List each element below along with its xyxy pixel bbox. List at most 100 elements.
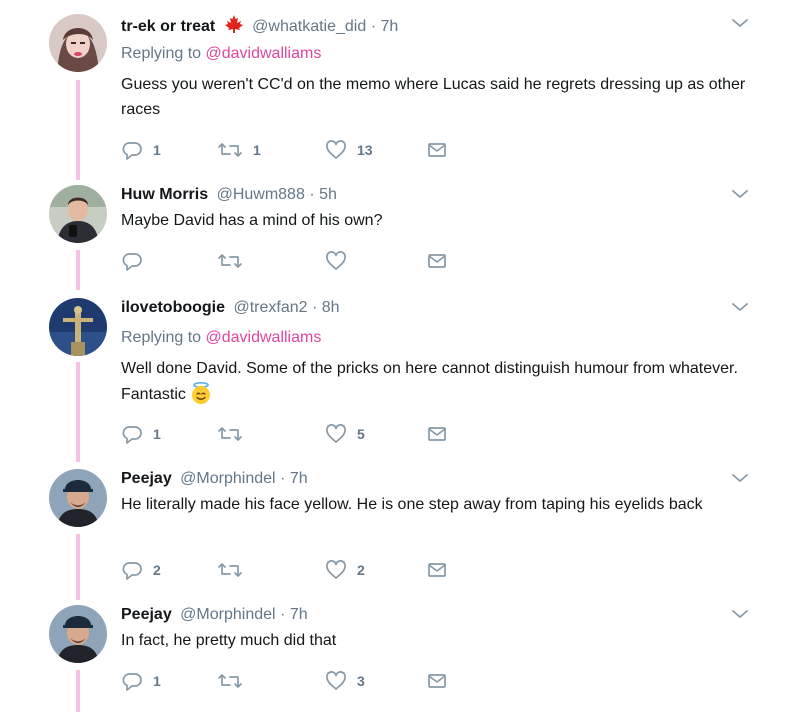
tweet[interactable]: Peejay @Morphindel · 7h He literally mad… [0, 469, 800, 589]
user-handle[interactable]: @trexfan2 [233, 299, 307, 316]
direct-message-button[interactable] [426, 558, 448, 582]
envelope-icon [428, 674, 446, 688]
tweet[interactable]: Peejay @Morphindel · 7h In fact, he pret… [0, 605, 800, 705]
like-button[interactable]: 13 [325, 138, 373, 162]
tweet-actions: 1 5 [121, 422, 521, 446]
reply-icon [122, 426, 142, 444]
reply-button[interactable]: 1 [121, 422, 161, 446]
tweet-header: tr-ek or treat @whatkatie_did · 7h [121, 14, 398, 40]
envelope-icon [428, 427, 446, 441]
timestamp[interactable]: 7h [290, 606, 308, 623]
reply-count: 2 [153, 562, 161, 578]
like-button[interactable]: 3 [325, 669, 365, 693]
envelope-icon [428, 563, 446, 577]
reply-button[interactable]: 1 [121, 669, 161, 693]
like-count: 3 [357, 673, 365, 689]
tweet-actions: 2 2 [121, 558, 521, 582]
tweet-text: Maybe David has a mind of his own? [121, 212, 383, 229]
display-name[interactable]: Huw Morris [121, 186, 208, 203]
avatar[interactable] [49, 605, 107, 663]
user-handle[interactable]: @Huwm888 [217, 186, 305, 203]
user-handle[interactable]: @Morphindel [180, 606, 275, 623]
chevron-down-icon[interactable] [731, 607, 749, 621]
avatar[interactable] [49, 298, 107, 356]
tweet-text: He literally made his face yellow. He is… [121, 496, 703, 513]
timestamp[interactable]: 5h [319, 186, 337, 203]
tweet[interactable]: ilovetoboogie @trexfan2 · 8h Replying to… [0, 298, 800, 458]
direct-message-button[interactable] [426, 138, 448, 162]
like-count: 5 [357, 426, 365, 442]
retweet-icon [218, 427, 242, 441]
like-button[interactable] [325, 249, 357, 273]
display-name[interactable]: tr-ek or treat [121, 18, 215, 35]
timestamp[interactable]: 7h [380, 18, 398, 35]
retweet-icon [218, 254, 242, 268]
retweet-button[interactable] [217, 669, 253, 693]
reply-button[interactable] [121, 249, 153, 273]
like-button[interactable]: 2 [325, 558, 365, 582]
tweet-actions [121, 249, 521, 273]
direct-message-button[interactable] [426, 422, 448, 446]
mention-link[interactable]: @davidwalliams [206, 329, 322, 346]
reply-icon [122, 562, 142, 580]
heart-icon [326, 560, 346, 579]
tweet-header: Peejay @Morphindel · 7h [121, 469, 308, 489]
retweet-icon [218, 563, 242, 577]
separator: · [280, 470, 286, 487]
reply-button[interactable]: 2 [121, 558, 161, 582]
direct-message-button[interactable] [426, 249, 448, 273]
tweet[interactable]: tr-ek or treat @whatkatie_did · 7h Reply… [0, 14, 800, 174]
reply-icon [122, 673, 142, 691]
chevron-down-icon[interactable] [731, 16, 749, 30]
envelope-icon [428, 254, 446, 268]
retweet-button[interactable] [217, 558, 253, 582]
retweet-button[interactable] [217, 422, 253, 446]
avatar[interactable] [49, 185, 107, 243]
like-count: 13 [357, 142, 373, 158]
retweet-icon [218, 143, 242, 157]
reply-icon [122, 142, 142, 160]
chevron-down-icon[interactable] [731, 300, 749, 314]
timestamp[interactable]: 7h [290, 470, 308, 487]
replying-to: Replying to @davidwalliams [121, 328, 321, 348]
tweet[interactable]: Huw Morris @Huwm888 · 5h Maybe David has… [0, 185, 800, 285]
tweet-text: In fact, he pretty much did that [121, 632, 337, 649]
display-name[interactable]: ilovetoboogie [121, 299, 225, 316]
heart-icon [326, 671, 346, 690]
reply-count: 1 [153, 673, 161, 689]
tweet-text: Guess you weren't CC'd on the memo where… [121, 76, 746, 118]
timestamp[interactable]: 8h [322, 299, 340, 316]
user-handle[interactable]: @whatkatie_did [252, 18, 366, 35]
separator: · [370, 18, 377, 35]
direct-message-button[interactable] [426, 669, 448, 693]
maple-leaf-icon [224, 14, 244, 40]
retweet-icon [218, 674, 242, 688]
reply-count: 1 [153, 142, 161, 158]
display-name[interactable]: Peejay [121, 470, 172, 487]
avatar[interactable] [49, 14, 107, 72]
chevron-down-icon[interactable] [731, 187, 749, 201]
tweet-actions: 1 3 [121, 669, 521, 693]
display-name[interactable]: Peejay [121, 606, 172, 623]
avatar[interactable] [49, 469, 107, 527]
heart-icon [326, 424, 346, 443]
user-handle[interactable]: @Morphindel [180, 470, 275, 487]
tweet-actions: 1 1 13 [121, 138, 521, 162]
tweet-header: Huw Morris @Huwm888 · 5h [121, 185, 337, 205]
tweet-header: Peejay @Morphindel · 7h [121, 605, 308, 625]
like-count: 2 [357, 562, 365, 578]
replying-to-label: Replying to [121, 45, 202, 62]
retweet-button[interactable]: 1 [217, 138, 261, 162]
retweet-button[interactable] [217, 249, 253, 273]
reply-button[interactable]: 1 [121, 138, 161, 162]
like-button[interactable]: 5 [325, 422, 365, 446]
retweet-count: 1 [253, 142, 261, 158]
chevron-down-icon[interactable] [731, 471, 749, 485]
replying-to: Replying to @davidwalliams [121, 44, 321, 64]
tweet-body: Well done David. Some of the pricks on h… [121, 356, 761, 413]
tweet-text: Well done David. Some of the pricks on h… [121, 360, 738, 403]
reply-count: 1 [153, 426, 161, 442]
mention-link[interactable]: @davidwalliams [206, 45, 322, 62]
replying-to-label: Replying to [121, 329, 202, 346]
separator: · [309, 186, 315, 203]
